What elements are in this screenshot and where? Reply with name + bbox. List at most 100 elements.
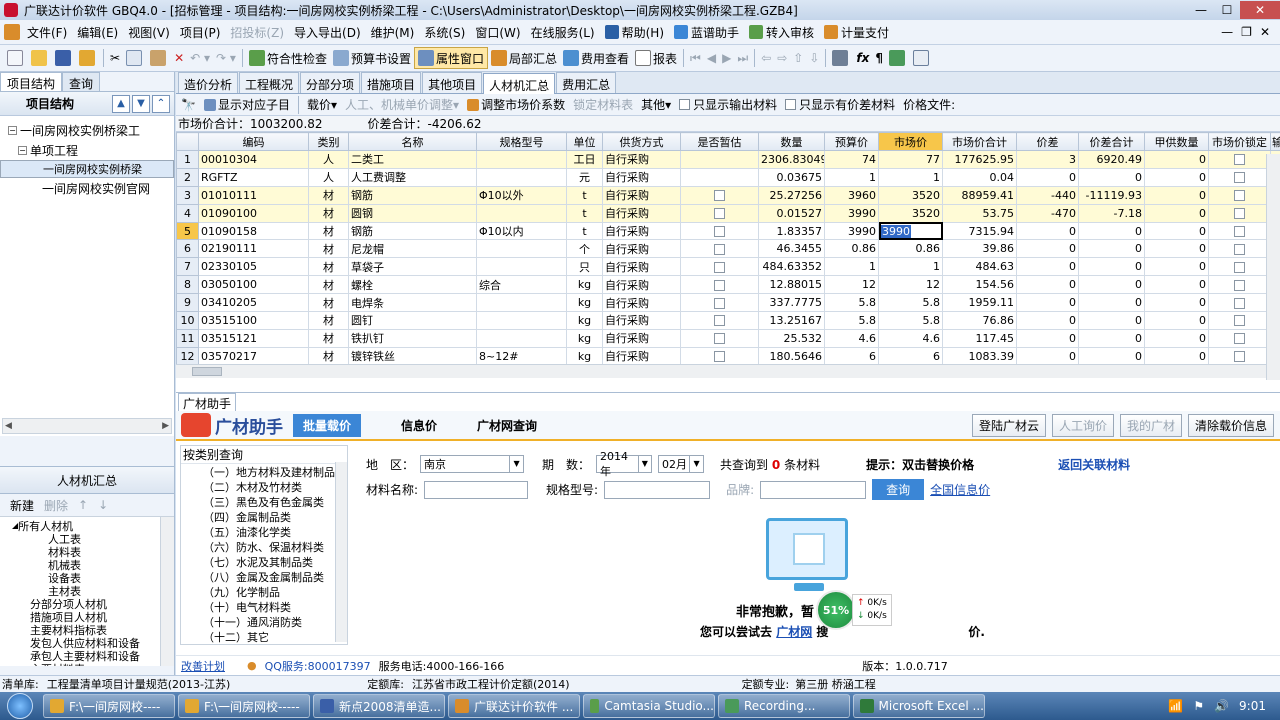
- column-header[interactable]: 市场价合计: [942, 132, 1017, 151]
- cell-cat[interactable]: 材: [308, 275, 349, 295]
- column-header[interactable]: 是否暂估: [680, 132, 759, 151]
- cell-unit[interactable]: 个: [566, 239, 603, 259]
- cell-diff[interactable]: 3: [1016, 150, 1079, 169]
- cell-jia[interactable]: 0: [1144, 311, 1209, 330]
- checkbox-icon[interactable]: [714, 243, 725, 255]
- checkbox-icon[interactable]: [714, 333, 725, 345]
- qq-service[interactable]: QQ服务:800017397: [265, 658, 371, 674]
- cell-dtotal[interactable]: 0: [1078, 221, 1145, 241]
- category-item[interactable]: （七）水泥及其制品类: [181, 554, 347, 569]
- cell-qty[interactable]: 0.03675: [758, 167, 825, 187]
- checkbox-icon[interactable]: [1234, 172, 1245, 184]
- menu-item-1[interactable]: 编辑(E): [72, 21, 123, 43]
- cell-supply[interactable]: 自行采购: [602, 167, 681, 187]
- clock[interactable]: 9:01: [1239, 699, 1266, 713]
- table-row[interactable]: 2 RGFTZ 人人工费调整元自行采购 0.03675 1 1 0.04 0 0 0: [176, 167, 1280, 187]
- table-row[interactable]: 11 03515121 材铁扒钉 kg 自行采购 25.532 4.6 4.6 117.45 0 0…: [176, 328, 1280, 348]
- paragraph-icon[interactable]: ¶: [872, 47, 886, 69]
- cell-budget[interactable]: 5.8: [824, 311, 879, 330]
- cell-lock[interactable]: [1208, 257, 1271, 277]
- cell-market[interactable]: 1: [878, 167, 943, 187]
- cell-supply[interactable]: 自行采购: [602, 257, 681, 277]
- mdi-close-button[interactable]: ✕: [1260, 25, 1270, 39]
- cell-total[interactable]: 7315.94: [942, 221, 1017, 241]
- category-item[interactable]: （二）木材及竹材类: [181, 479, 347, 494]
- spec-input[interactable]: [604, 480, 711, 499]
- cell-budget[interactable]: 3990: [824, 221, 879, 241]
- cell-unit[interactable]: t: [566, 185, 603, 205]
- cell-total[interactable]: 1083.39: [942, 346, 1017, 366]
- list-icon[interactable]: [910, 47, 934, 69]
- prev-icon[interactable]: ◀: [704, 47, 719, 69]
- cell-code[interactable]: 03570217: [198, 346, 309, 366]
- cell-code[interactable]: 03515121: [198, 328, 309, 348]
- cell-name[interactable]: 镀锌铁丝: [348, 346, 477, 366]
- menu-item-13[interactable]: 计量支付: [819, 21, 894, 43]
- save-icon[interactable]: [52, 47, 76, 69]
- category-item[interactable]: （十）电气材料类: [181, 599, 347, 614]
- cell-name[interactable]: 螺栓: [348, 275, 477, 295]
- column-header[interactable]: 规格型号: [476, 132, 567, 151]
- taskbar-item[interactable]: F:\一间房网校----: [43, 694, 175, 718]
- tab-6[interactable]: 费用汇总: [556, 72, 617, 93]
- cell-cat[interactable]: 材: [308, 203, 349, 223]
- lock-table-button[interactable]: 锁定材料表: [570, 94, 636, 116]
- city-select[interactable]: 南京 ▼: [420, 455, 525, 473]
- cell-total[interactable]: 88959.41: [942, 185, 1017, 205]
- row-number[interactable]: 10: [176, 311, 199, 330]
- column-header[interactable]: 类别: [308, 132, 349, 151]
- formula-icon[interactable]: fx: [853, 47, 872, 69]
- web-link[interactable]: 广材网: [776, 625, 812, 639]
- checkbox-icon[interactable]: [1234, 190, 1245, 202]
- brand-input[interactable]: [760, 480, 867, 499]
- table-row[interactable]: 10 03515100 材圆钉 kg 自行采购 13.25167 5.8 5.8 76.86 0 0…: [176, 311, 1280, 330]
- cell-code[interactable]: 01090100: [198, 203, 309, 223]
- checkbox-icon[interactable]: [1234, 333, 1245, 345]
- taskbar-item[interactable]: 广联达计价软件 ...: [448, 694, 580, 718]
- cell-lock[interactable]: [1208, 203, 1271, 223]
- cell-dtotal[interactable]: 0: [1078, 275, 1145, 295]
- cell-unit[interactable]: kg: [566, 311, 603, 330]
- menu-item-3[interactable]: 项目(P): [175, 21, 226, 43]
- cell-qty[interactable]: 180.5646: [758, 346, 825, 366]
- cell-budget[interactable]: 3990: [824, 203, 879, 223]
- cell-diff[interactable]: 0: [1016, 328, 1079, 348]
- tree-node-bridge[interactable]: 一间房网校实例桥梁: [0, 160, 174, 178]
- labor-adjust-button[interactable]: 人工、机械单价调整 ▾: [342, 94, 462, 116]
- cell-code[interactable]: 01010111: [198, 185, 309, 205]
- batch-load-button[interactable]: 批量载价: [293, 413, 362, 437]
- collapse-button[interactable]: ⌃: [152, 94, 170, 113]
- cell-code[interactable]: RGFTZ: [198, 167, 309, 187]
- cell-supply[interactable]: 自行采购: [602, 150, 681, 169]
- cell-cat[interactable]: 材: [308, 185, 349, 205]
- cell-cat[interactable]: 人: [308, 150, 349, 169]
- taskbar-item[interactable]: Camtasia Studio...: [583, 694, 715, 718]
- folder-icon[interactable]: [76, 47, 100, 69]
- checkbox-icon[interactable]: [1234, 351, 1245, 363]
- cell-jia[interactable]: 0: [1144, 275, 1209, 295]
- cell-lock[interactable]: [1208, 293, 1271, 313]
- national-price-link[interactable]: 全国信息价: [930, 481, 990, 498]
- diff-only-checkbox[interactable]: 只显示有价差材料: [782, 94, 898, 116]
- calculator-icon[interactable]: [829, 47, 853, 69]
- checkbox-icon[interactable]: [1234, 279, 1245, 291]
- clear-price-button[interactable]: 清除载价信息: [1187, 413, 1274, 437]
- cell-dtotal[interactable]: 0: [1078, 293, 1145, 313]
- row-number[interactable]: 12: [176, 346, 199, 366]
- editing-value[interactable]: 3990: [881, 224, 911, 238]
- cell-cat[interactable]: 材: [308, 293, 349, 313]
- cell-est[interactable]: [680, 221, 759, 241]
- cell-jia[interactable]: 0: [1144, 185, 1209, 205]
- table-row[interactable]: 4 01090100 材圆钢 t 自行采购 0.01527 3990 3520 53.75 -47…: [176, 203, 1280, 223]
- tree-node-single[interactable]: − 单项工程: [0, 140, 174, 160]
- category-item[interactable]: （十一）通风消防类: [181, 614, 347, 629]
- cell-total[interactable]: 154.56: [942, 275, 1017, 295]
- cell-jia[interactable]: 0: [1144, 203, 1209, 223]
- row-number[interactable]: 2: [176, 167, 199, 187]
- checkbox-icon[interactable]: [714, 279, 725, 291]
- load-price-button[interactable]: 载价 ▾: [304, 94, 340, 116]
- menu-item-7[interactable]: 系统(S): [419, 21, 470, 43]
- checkbox-icon[interactable]: [1234, 208, 1245, 220]
- category-item[interactable]: （五）油漆化学类: [181, 524, 347, 539]
- cell-total[interactable]: 39.86: [942, 239, 1017, 259]
